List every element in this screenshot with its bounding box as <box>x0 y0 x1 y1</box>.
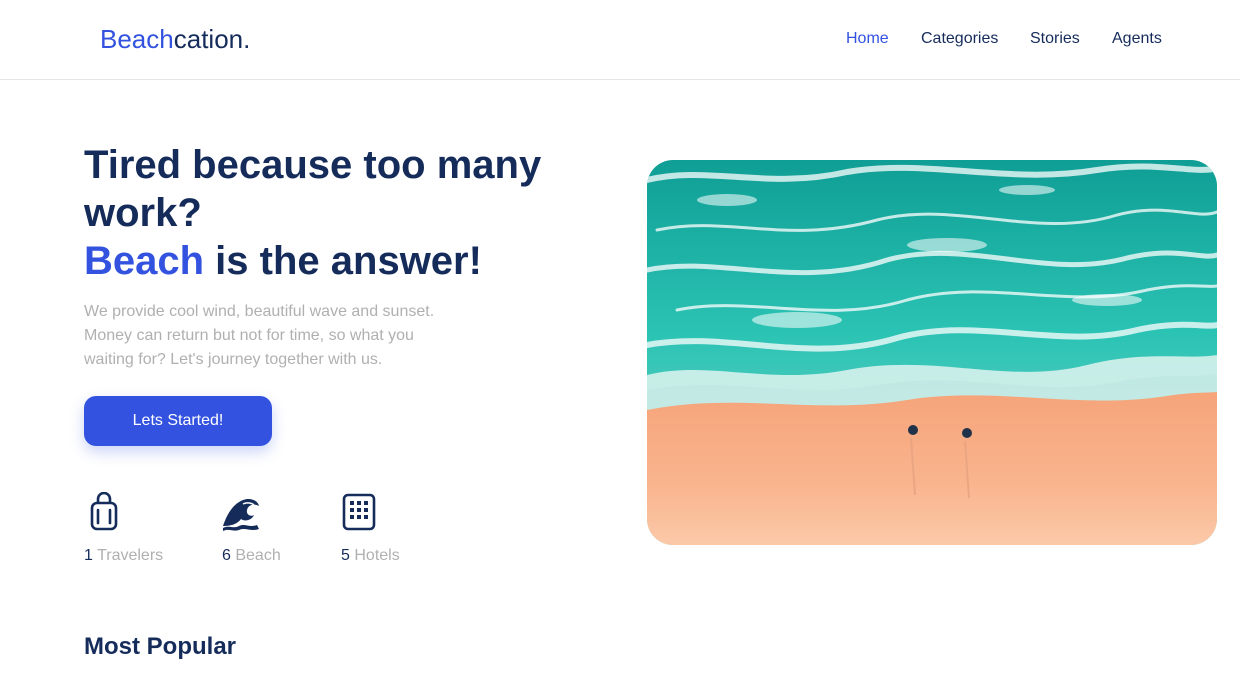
most-popular-heading: Most Popular <box>84 633 237 660</box>
hero-title-rest: is the answer! <box>204 239 482 283</box>
wave-icon <box>221 492 261 532</box>
stat-hotels-label: Hotels <box>354 547 400 564</box>
stat-travelers: 1 Travelers <box>84 546 163 566</box>
nav-categories[interactable]: Categories <box>921 29 998 49</box>
hero-title: Tired because too many work? Beach is th… <box>84 141 604 285</box>
hero-title-line1: Tired because too many work? <box>84 143 542 235</box>
luggage-icon <box>84 491 124 532</box>
stat-beach-count: 6 <box>222 547 231 564</box>
building-icon <box>341 492 381 532</box>
brand-logo[interactable]: Beachcation. <box>100 24 250 54</box>
brand-logo-part2: cation. <box>173 24 251 54</box>
hero-description: We provide cool wind, beautiful wave and… <box>84 303 435 368</box>
stat-beach-label: Beach <box>235 547 281 564</box>
stat-hotels: 5 Hotels <box>341 546 400 566</box>
stat-travelers-count: 1 <box>84 547 93 564</box>
stat-hotels-count: 5 <box>341 547 350 564</box>
nav-agents[interactable]: Agents <box>1112 29 1162 49</box>
nav-stories[interactable]: Stories <box>1030 29 1080 49</box>
stat-beach: 6 Beach <box>222 546 281 566</box>
hero-beach-image <box>647 160 1217 545</box>
site-header: Beachcation. Home Categories Stories Age… <box>0 0 1240 80</box>
stat-travelers-label: Travelers <box>97 547 164 564</box>
hero-title-accent: Beach <box>84 239 205 283</box>
brand-logo-part1: Beach <box>100 24 174 54</box>
nav-home[interactable]: Home <box>846 29 889 49</box>
lets-started-button[interactable]: Lets Started! <box>84 396 272 446</box>
